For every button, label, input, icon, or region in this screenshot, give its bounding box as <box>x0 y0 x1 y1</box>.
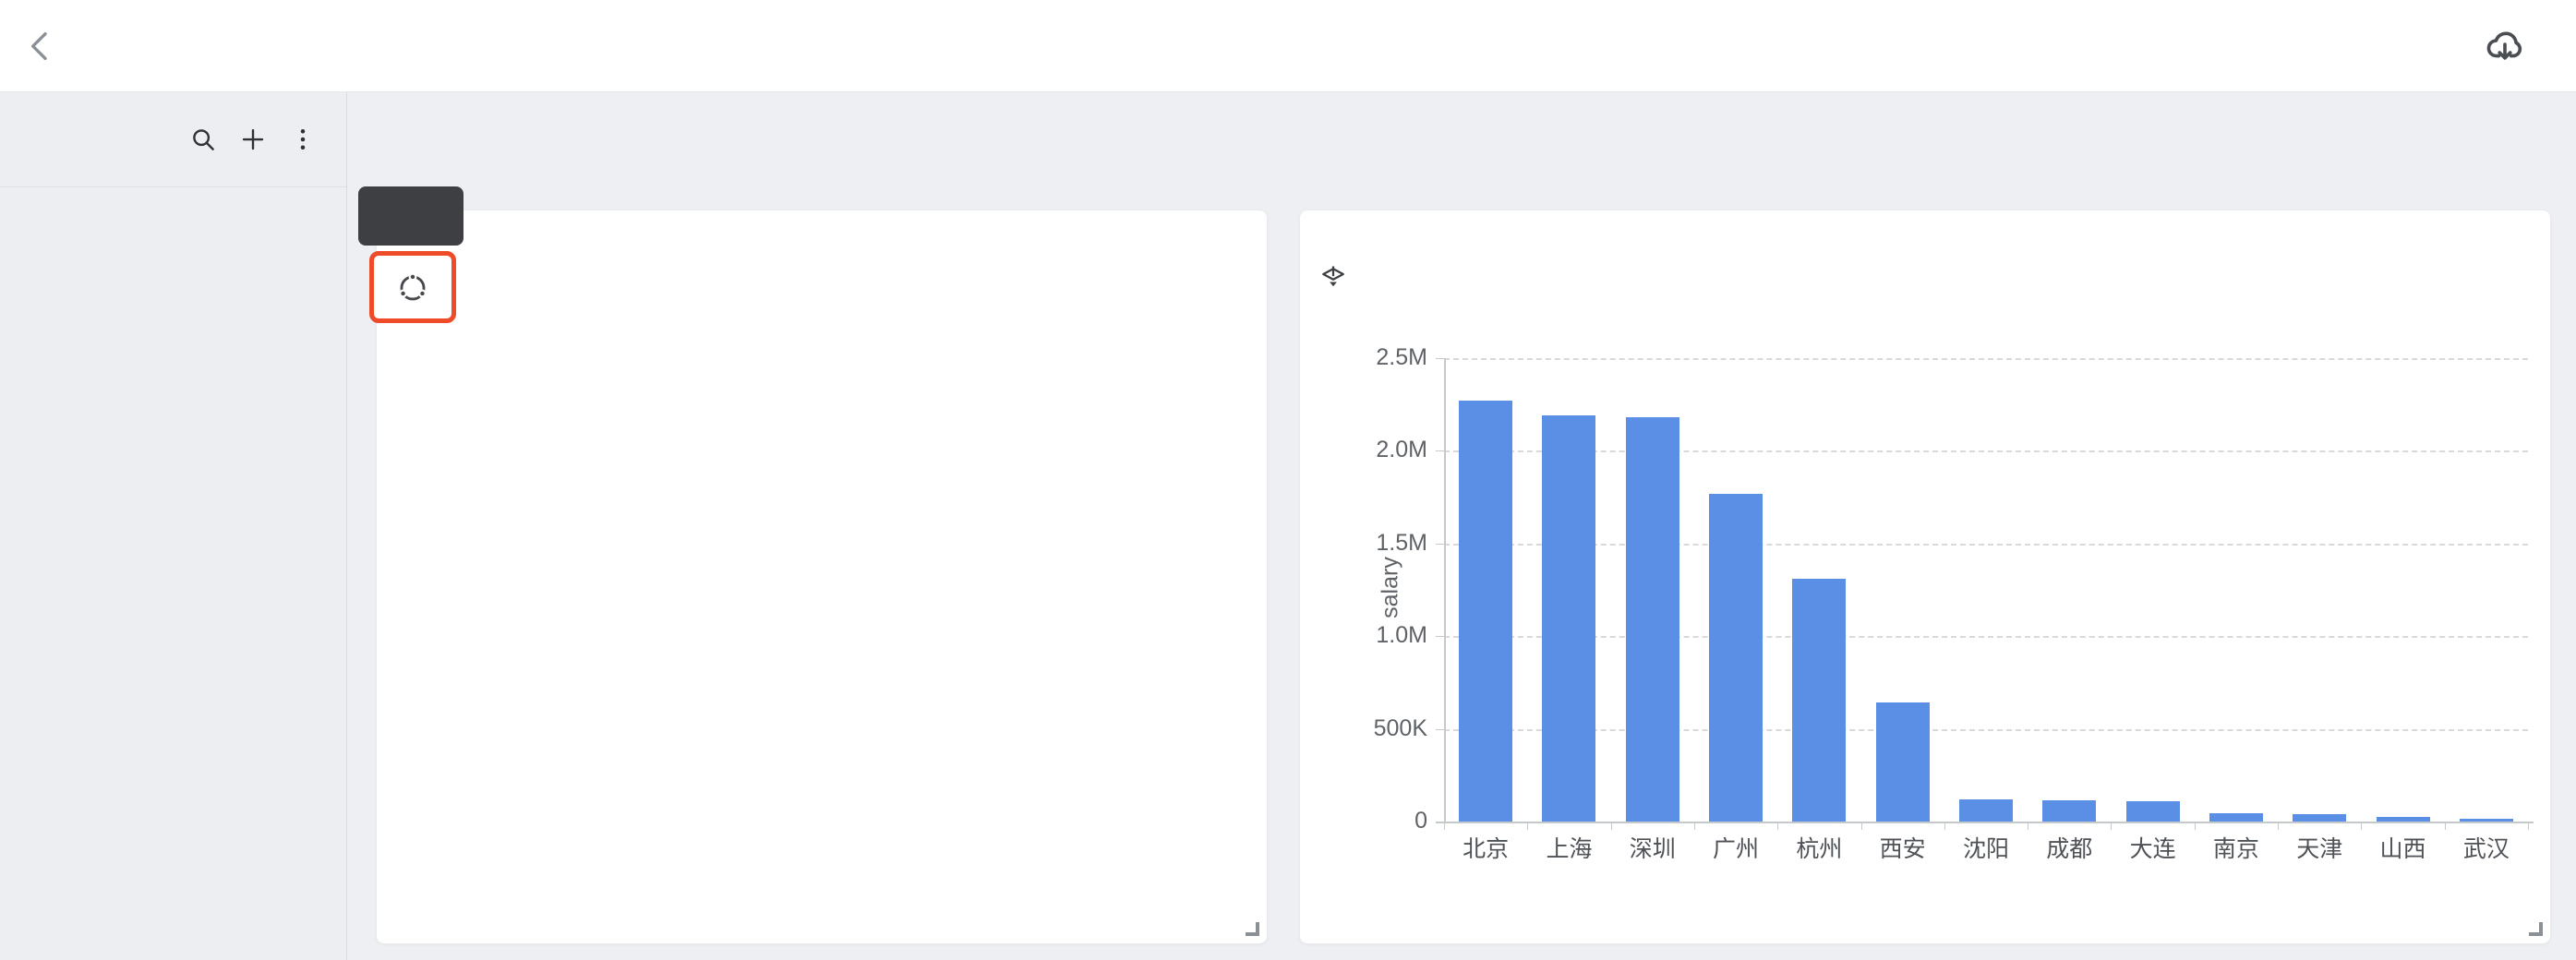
x-axis-tick <box>1777 822 1778 830</box>
y-axis-tick <box>1436 636 1444 637</box>
x-axis-category-label: 大连 <box>2113 831 2194 864</box>
top-header <box>0 0 2576 92</box>
x-axis-category-label: 广州 <box>1695 831 1776 864</box>
bar-北京[interactable] <box>1459 401 1512 822</box>
bar-广州[interactable] <box>1709 494 1763 822</box>
x-axis-tick <box>2361 822 2362 830</box>
gridline <box>1444 358 2528 360</box>
y-axis-tick <box>1436 544 1444 545</box>
x-axis-tick <box>1611 822 1612 830</box>
resize-handle[interactable] <box>1246 922 1259 936</box>
gridline <box>1444 729 2528 731</box>
bar-杭州[interactable] <box>1792 579 1846 822</box>
bar-深圳[interactable] <box>1626 417 1679 822</box>
x-axis-tick <box>2278 822 2279 830</box>
more-vertical-icon[interactable] <box>289 126 317 153</box>
x-axis-category-label: 杭州 <box>1778 831 1860 864</box>
x-axis-line <box>1436 822 2534 823</box>
linkage-tooltip <box>358 186 463 246</box>
bar-西安[interactable] <box>1876 702 1930 822</box>
gridline <box>1444 636 2528 638</box>
bar-沈阳[interactable] <box>1959 799 2013 822</box>
bar-武汉[interactable] <box>2460 819 2513 822</box>
y-axis-tick <box>1436 450 1444 451</box>
x-axis-tick <box>1694 822 1695 830</box>
x-axis-category-label: 武汉 <box>2446 831 2527 864</box>
y-axis-tick-label: 2.0M <box>1317 437 1427 463</box>
bar-chart: 0 500K 1.0M 1.5M 2.0M 2.5M 北京上海深圳广州杭州西安沈阳成都大连南… <box>1300 210 2550 943</box>
y-axis-tick <box>1436 729 1444 730</box>
x-axis-category-label: 西安 <box>1862 831 1944 864</box>
y-axis-tick-label: 2.5M <box>1317 344 1427 371</box>
gridline <box>1444 450 2528 452</box>
bar-成都[interactable] <box>2042 800 2096 822</box>
cloud-download-icon[interactable] <box>2482 24 2528 66</box>
chevron-left-icon <box>22 26 59 66</box>
x-axis-tick <box>1861 822 1862 830</box>
bar-山西[interactable] <box>2377 817 2430 822</box>
y-axis-tick-label: 1.5M <box>1317 530 1427 557</box>
bar-上海[interactable] <box>1542 415 1595 822</box>
pie-chart <box>377 210 1267 943</box>
x-axis-category-label: 深圳 <box>1612 831 1693 864</box>
x-axis-category-label: 山西 <box>2363 831 2444 864</box>
x-axis-category-label: 成都 <box>2028 831 2110 864</box>
search-icon[interactable] <box>189 126 217 153</box>
sidebar-toolbar <box>0 92 346 187</box>
linkage-icon[interactable] <box>395 270 430 305</box>
sidebar <box>0 92 347 960</box>
back-button[interactable] <box>22 26 59 66</box>
pie-chart-card <box>377 210 1267 943</box>
x-axis-category-label: 南京 <box>2196 831 2277 864</box>
bar-大连[interactable] <box>2126 801 2180 822</box>
x-axis-category-label: 上海 <box>1528 831 1609 864</box>
bar-天津[interactable] <box>2293 814 2346 822</box>
bar-chart-card: 0 500K 1.0M 1.5M 2.0M 2.5M 北京上海深圳广州杭州西安沈阳成都大连南… <box>1300 210 2550 943</box>
add-icon[interactable] <box>239 126 267 153</box>
app: 0 500K 1.0M 1.5M 2.0M 2.5M 北京上海深圳广州杭州西安沈阳成都大连南… <box>0 0 2576 960</box>
resize-handle[interactable] <box>2529 922 2543 936</box>
main-area: 0 500K 1.0M 1.5M 2.0M 2.5M 北京上海深圳广州杭州西安沈阳成都大连南… <box>347 92 2576 960</box>
y-axis-title: salary <box>1378 531 1404 645</box>
y-axis-tick-label: 0 <box>1317 808 1427 834</box>
y-axis-tick-label: 1.0M <box>1317 622 1427 649</box>
x-axis-tick <box>2111 822 2112 830</box>
x-axis-tick <box>2445 822 2446 830</box>
linkage-highlight-box <box>369 251 456 323</box>
x-axis-tick <box>2528 822 2529 830</box>
body-row: 0 500K 1.0M 1.5M 2.0M 2.5M 北京上海深圳广州杭州西安沈阳成都大连南… <box>0 92 2576 960</box>
x-axis-category-label: 北京 <box>1445 831 1526 864</box>
x-axis-category-label: 天津 <box>2279 831 2360 864</box>
x-axis-category-label: 沈阳 <box>1945 831 2027 864</box>
y-axis-tick-label: 500K <box>1317 715 1427 742</box>
x-axis-tick <box>1527 822 1528 830</box>
y-axis-line <box>1444 358 1446 822</box>
y-axis-tick <box>1436 358 1444 359</box>
gridline <box>1444 544 2528 546</box>
x-axis-tick <box>1444 822 1445 830</box>
x-axis-tick <box>1944 822 1945 830</box>
x-axis-tick <box>2195 822 2196 830</box>
bar-南京[interactable] <box>2209 813 2263 822</box>
